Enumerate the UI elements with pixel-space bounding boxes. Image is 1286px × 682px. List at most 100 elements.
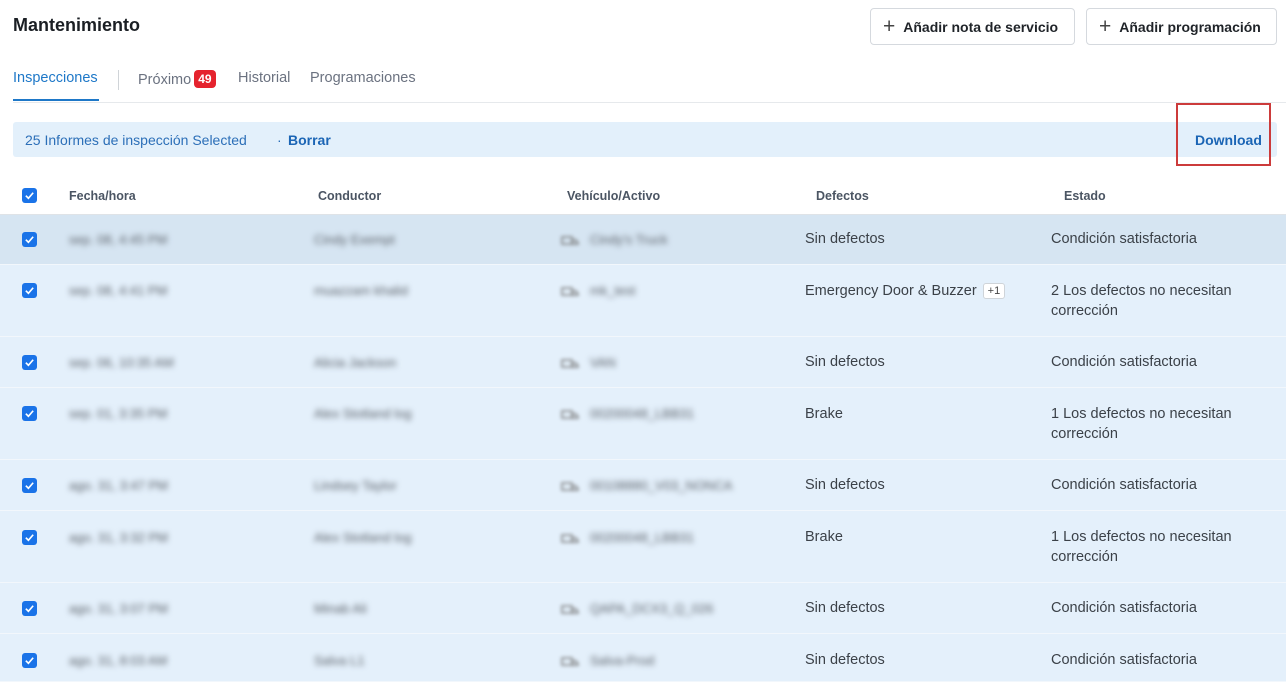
truck-icon [561,410,579,419]
checkmark-icon [25,410,34,418]
row-defects: Brake [805,529,843,545]
row-status: Condición satisfactoria [1051,477,1197,493]
row-checkbox[interactable] [22,653,37,668]
row-defects: Sin defectos [805,231,885,247]
row-defects: Sin defectos [805,652,885,668]
add-service-note-button[interactable]: + Añadir nota de servicio [870,8,1075,45]
row-checkbox[interactable] [22,478,37,493]
table-header: Fecha/hora Conductor Vehículo/Activo Def… [0,178,1286,215]
table-row[interactable]: sep. 08, 4:41 PM muazzam khalid mk_test … [0,265,1286,337]
count-badge: 49 [194,70,216,88]
add-schedule-button[interactable]: + Añadir programación [1086,8,1277,45]
row-vehicle[interactable]: Salva-Prod [590,653,654,668]
checkmark-icon [25,657,34,665]
row-status: Condición satisfactoria [1051,354,1197,370]
separator-dot: · [277,132,282,148]
add-schedule-label: Añadir programación [1119,18,1261,35]
row-defects: Brake [805,406,843,422]
table-row[interactable]: sep. 08, 4:45 PM Cindy Exempt Cindy's Tr… [0,215,1286,265]
checkmark-icon [25,236,34,244]
table-row[interactable]: ago. 31, 8:03 AM Salva L1 Salva-Prod Sin… [0,634,1286,682]
row-driver[interactable]: Minab Ali [314,601,367,616]
row-date: sep. 01, 3:35 PM [69,406,168,421]
row-checkbox[interactable] [22,530,37,545]
tab-historial[interactable]: Historial [238,70,290,86]
table-row[interactable]: ago. 31, 3:47 PM Lindsey Taylor 00108880… [0,460,1286,511]
truck-icon [561,605,579,614]
checkmark-icon [25,287,34,295]
highlight-box [1176,103,1271,166]
truck-icon [561,359,579,368]
truck-icon [561,287,579,296]
active-tab-indicator [13,99,99,101]
row-checkbox[interactable] [22,232,37,247]
row-status: 2 Los defectos no necesitan corrección [1051,283,1232,319]
row-date: ago. 31, 3:07 PM [69,601,169,616]
add-service-note-label: Añadir nota de servicio [903,18,1059,35]
tab-programaciones[interactable]: Programaciones [310,70,416,86]
row-driver[interactable]: Alicia Jackson [314,355,396,370]
row-defects: Sin defectos [805,477,885,493]
table-row[interactable]: sep. 01, 3:35 PM Alex Stotland log 00200… [0,388,1286,460]
checkmark-icon [25,534,34,542]
row-checkbox[interactable] [22,283,37,298]
tab-inspecciones[interactable]: Inspecciones [13,70,98,86]
checkmark-icon [25,605,34,613]
row-status: 1 Los defectos no necesitan corrección [1051,406,1232,442]
row-date: ago. 31, 8:03 AM [69,653,168,668]
row-defects-label: Emergency Door & Buzzer [805,283,977,299]
row-checkbox[interactable] [22,406,37,421]
row-status: Condición satisfactoria [1051,600,1197,616]
checkmark-icon [25,482,34,490]
truck-icon [561,482,579,491]
table-row[interactable]: ago. 31, 3:07 PM Minab Ali QAPA_DCX3_Q_0… [0,583,1286,634]
tab-proximo[interactable]: Próximo 49 [138,70,216,88]
checkmark-icon [25,192,34,200]
truck-icon [561,236,579,245]
row-defects: Sin defectos [805,354,885,370]
column-header-date[interactable]: Fecha/hora [69,189,136,203]
row-date: sep. 08, 4:41 PM [69,283,168,298]
row-date: sep. 06, 10:35 AM [69,355,174,370]
row-driver[interactable]: Alex Stotland log [314,406,412,421]
row-driver[interactable]: Alex Stotland log [314,530,412,545]
row-driver[interactable]: Lindsey Taylor [314,478,397,493]
more-defects-badge[interactable]: +1 [982,283,1006,299]
clear-selection-link[interactable]: Borrar [288,132,331,148]
truck-icon [561,534,579,543]
truck-icon [561,657,579,666]
row-checkbox[interactable] [22,601,37,616]
tab-proximo-label: Próximo [138,72,192,88]
column-header-vehicle[interactable]: Vehículo/Activo [567,189,660,203]
row-vehicle[interactable]: 00200048_LBB31 [590,406,694,421]
row-driver[interactable]: Salva L1 [314,653,365,668]
page-title: Mantenimiento [13,15,141,35]
plus-icon: + [883,15,896,38]
table-row[interactable]: ago. 31, 3:32 PM Alex Stotland log 00200… [0,511,1286,583]
select-all-checkbox[interactable] [22,188,37,203]
row-defects: Sin defectos [805,600,885,616]
row-vehicle[interactable]: 00200048_LBB31 [590,530,694,545]
row-driver[interactable]: muazzam khalid [314,283,408,298]
row-date: sep. 08, 4:45 PM [69,232,168,247]
row-vehicle[interactable]: 00108880_V03_NONCA [590,478,732,493]
tab-bar: Inspecciones Próximo 49 Historial Program… [13,68,1286,103]
selection-bar: 25 Informes de inspección Selected · Bor… [13,122,1277,157]
row-checkbox[interactable] [22,355,37,370]
column-header-defects[interactable]: Defectos [816,189,869,203]
row-vehicle[interactable]: QAPA_DCX3_Q_026 [590,601,713,616]
row-status: Condición satisfactoria [1051,652,1197,668]
plus-icon: + [1099,15,1112,38]
row-status: 1 Los defectos no necesitan corrección [1051,529,1232,565]
row-vehicle[interactable]: VAN [590,355,616,370]
column-header-driver[interactable]: Conductor [318,189,381,203]
table-row[interactable]: sep. 06, 10:35 AM Alicia Jackson VAN Sin… [0,337,1286,388]
row-defects: Emergency Door & Buzzer +1 [805,283,1006,299]
row-driver[interactable]: Cindy Exempt [314,232,395,247]
column-header-status[interactable]: Estado [1064,189,1106,203]
row-status: Condición satisfactoria [1051,231,1197,247]
row-vehicle[interactable]: mk_test [590,283,636,298]
checkmark-icon [25,359,34,367]
row-vehicle[interactable]: Cindy's Truck [590,232,668,247]
row-date: ago. 31, 3:47 PM [69,478,169,493]
